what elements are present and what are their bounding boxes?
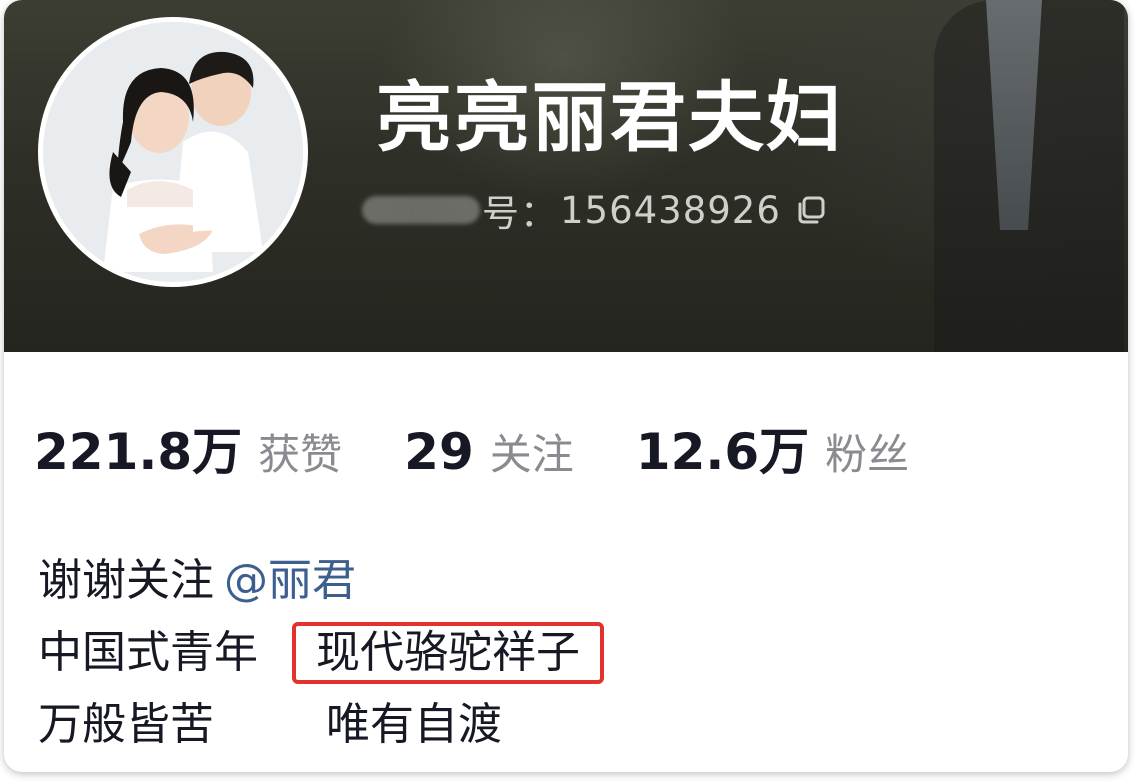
profile-stats: 221.8万 获赞 29 关注 12.6万 粉丝 (34, 412, 971, 482)
account-id-row: 号： 156438926 (362, 188, 827, 235)
avatar-photo (43, 22, 303, 282)
bio-line3-right: 唯有自渡 (326, 699, 502, 750)
stat-following[interactable]: 29 关注 (404, 421, 574, 482)
bio-line-3: 万般皆苦 唯有自渡 (38, 689, 1088, 761)
bio-thanks-text: 谢谢关注 (38, 555, 214, 606)
copy-icon[interactable] (795, 194, 827, 226)
bio-line-1: 谢谢关注 @丽君 (38, 545, 1088, 617)
stat-followers-value: 12.6万 (635, 423, 810, 481)
bio-mention-link[interactable]: @丽君 (224, 545, 356, 617)
bio-line2-highlight: 现代骆驼祥子 (316, 627, 580, 678)
stat-likes-value: 221.8万 (34, 423, 243, 481)
bio-line-2: 中国式青年 现代骆驼祥子 (38, 617, 1088, 689)
bio-line3-left: 万般皆苦 (38, 699, 214, 750)
profile-card: 亮亮丽君夫妇 号： 156438926 221.8万 获赞 29 关注 12.6… (4, 0, 1128, 772)
blurred-id-prefix (362, 196, 480, 224)
account-id-number: 156438926 (560, 188, 781, 232)
stat-likes-label: 获赞 (258, 430, 343, 479)
stat-likes[interactable]: 221.8万 获赞 (34, 412, 342, 484)
profile-bio: 谢谢关注 @丽君 中国式青年 现代骆驼祥子 万般皆苦 唯有自渡 (38, 545, 1088, 761)
stat-following-label: 关注 (489, 430, 574, 479)
account-id-label: 号： (482, 192, 558, 235)
stat-followers-label: 粉丝 (825, 430, 910, 479)
stat-followers[interactable]: 12.6万 粉丝 (636, 412, 909, 484)
avatar[interactable] (38, 17, 308, 287)
highlight-annotation-box: 现代骆驼祥子 (292, 622, 604, 684)
bio-line2-left: 中国式青年 (38, 627, 258, 678)
profile-nickname: 亮亮丽君夫妇 (376, 73, 844, 162)
profile-header-background: 亮亮丽君夫妇 号： 156438926 (4, 0, 1128, 352)
stat-following-value: 29 (404, 423, 474, 481)
